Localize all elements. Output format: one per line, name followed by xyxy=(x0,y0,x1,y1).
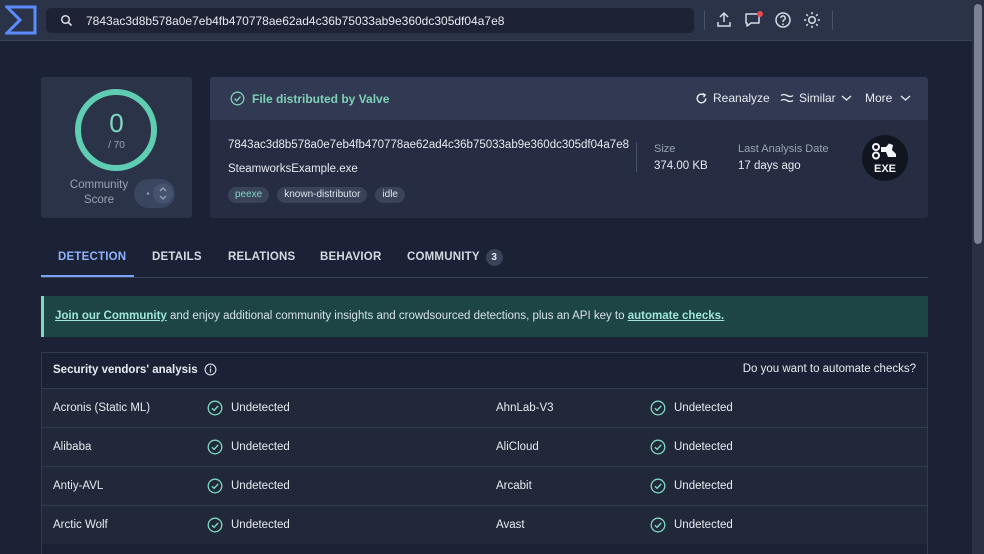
tab-behavior[interactable]: BEHAVIOR xyxy=(320,240,381,277)
search-icon xyxy=(60,14,73,27)
vendors-header: Security vendors' analysis Do you want t… xyxy=(42,353,927,388)
vendors-title: Security vendors' analysis xyxy=(53,363,217,376)
file-tags: peexe known-distributor idle xyxy=(228,187,405,203)
size-label: Size xyxy=(654,143,676,155)
similar-icon xyxy=(780,93,794,103)
chevron-down-icon xyxy=(841,95,852,101)
tag-known-distributor[interactable]: known-distributor xyxy=(277,187,368,203)
community-score-label: Community Score xyxy=(69,179,129,206)
community-vote-widget[interactable] xyxy=(134,179,175,213)
automate-checks-prompt[interactable]: Do you want to automate checks? xyxy=(743,363,916,375)
more-button[interactable]: More xyxy=(865,91,916,105)
table-row: Acronis (Static ML) Undetected AhnLab-V3… xyxy=(42,388,927,427)
vendor-result: Undetected xyxy=(650,517,733,533)
vendor-result: Undetected xyxy=(650,400,733,416)
check-circle-icon xyxy=(650,517,666,533)
notification-dot xyxy=(757,11,763,17)
vendor-name: Acronis (Static ML) xyxy=(53,402,151,414)
notifications-icon[interactable] xyxy=(743,10,763,30)
page-scrollbar[interactable] xyxy=(972,0,984,554)
table-row: Arctic Wolf Undetected Avast Undetected xyxy=(42,505,927,544)
file-info-header: File distributed by Valve Reanalyze Simi… xyxy=(210,77,928,120)
help-icon[interactable] xyxy=(773,10,793,30)
tab-detection[interactable]: DETECTION xyxy=(41,240,134,277)
detection-total: / 70 xyxy=(108,140,125,151)
vendor-name: AhnLab-V3 xyxy=(496,402,554,414)
vendor-result: Undetected xyxy=(207,400,290,416)
distributor-badge: File distributed by Valve xyxy=(230,91,389,106)
vendor-name: Arcabit xyxy=(496,480,532,492)
detection-score: 0 xyxy=(109,108,124,138)
check-circle-icon xyxy=(207,517,223,533)
tag-idle[interactable]: idle xyxy=(375,187,405,203)
virustotal-logo-icon[interactable] xyxy=(3,5,37,35)
exe-file-icon: EXE xyxy=(872,143,896,175)
meta-separator xyxy=(636,142,637,172)
exe-badge-text: EXE xyxy=(874,163,896,175)
search-input[interactable] xyxy=(86,8,686,33)
file-type-badge: EXE xyxy=(862,135,908,181)
community-count-badge: 3 xyxy=(485,249,503,266)
check-circle-icon xyxy=(650,439,666,455)
vendor-result: Undetected xyxy=(650,439,733,455)
tab-community[interactable]: COMMUNITY 3 xyxy=(407,240,503,277)
check-circle-icon xyxy=(650,400,666,416)
vendor-name: AliCloud xyxy=(496,441,539,453)
file-info-card: File distributed by Valve Reanalyze Simi… xyxy=(210,77,928,218)
chevron-down-icon xyxy=(900,95,911,101)
vendor-name: Alibaba xyxy=(53,441,92,453)
toolbar-separator xyxy=(832,11,833,30)
detail-tabs: DETECTION DETAILS RELATIONS BEHAVIOR COM… xyxy=(41,240,928,278)
analysis-date-value: 17 days ago xyxy=(738,160,801,172)
file-name: SteamworksExample.exe xyxy=(228,163,358,175)
community-banner: Join our Community and enjoy additional … xyxy=(41,296,928,337)
refresh-icon xyxy=(696,92,707,103)
vendors-analysis-table: Security vendors' analysis Do you want t… xyxy=(41,352,928,554)
analysis-date-label: Last Analysis Date xyxy=(738,143,829,155)
search-bar[interactable] xyxy=(46,8,694,33)
check-circle-icon xyxy=(207,439,223,455)
table-row: Alibaba Undetected AliCloud Undetected xyxy=(42,427,927,466)
check-circle-icon xyxy=(230,91,245,106)
tab-relations[interactable]: RELATIONS xyxy=(228,240,295,277)
tab-details[interactable]: DETAILS xyxy=(152,240,202,277)
check-circle-icon xyxy=(207,400,223,416)
vendor-result: Undetected xyxy=(650,478,733,494)
size-value: 374.00 KB xyxy=(654,160,708,172)
vendor-name: Arctic Wolf xyxy=(53,519,108,531)
join-community-link[interactable]: Join our Community xyxy=(55,310,167,322)
banner-text: Join our Community and enjoy additional … xyxy=(55,310,725,322)
vendor-name: Antiy-AVL xyxy=(53,480,104,492)
vendor-result: Undetected xyxy=(207,517,290,533)
upload-icon[interactable] xyxy=(714,10,734,30)
theme-toggle-icon[interactable] xyxy=(802,10,822,30)
check-circle-icon xyxy=(650,478,666,494)
check-circle-icon xyxy=(207,478,223,494)
toolbar-separator xyxy=(704,11,705,30)
info-icon[interactable] xyxy=(204,363,217,376)
similar-button[interactable]: Similar xyxy=(775,91,857,105)
vendor-result: Undetected xyxy=(207,478,290,494)
distributor-text: File distributed by Valve xyxy=(252,91,390,106)
reanalyze-button[interactable]: Reanalyze xyxy=(690,91,770,105)
vendor-name: Avast xyxy=(496,519,525,531)
scrollbar-thumb[interactable] xyxy=(974,4,982,244)
vendor-result: Undetected xyxy=(207,439,290,455)
table-row: Antiy-AVL Undetected Arcabit Undetected xyxy=(42,466,927,505)
top-bar xyxy=(0,0,984,41)
file-hash[interactable]: 7843ac3d8b578a0e7eb4fb470778ae62ad4c36b7… xyxy=(228,139,629,151)
tag-peexe[interactable]: peexe xyxy=(228,187,270,203)
automate-checks-link[interactable]: automate checks. xyxy=(628,310,725,322)
